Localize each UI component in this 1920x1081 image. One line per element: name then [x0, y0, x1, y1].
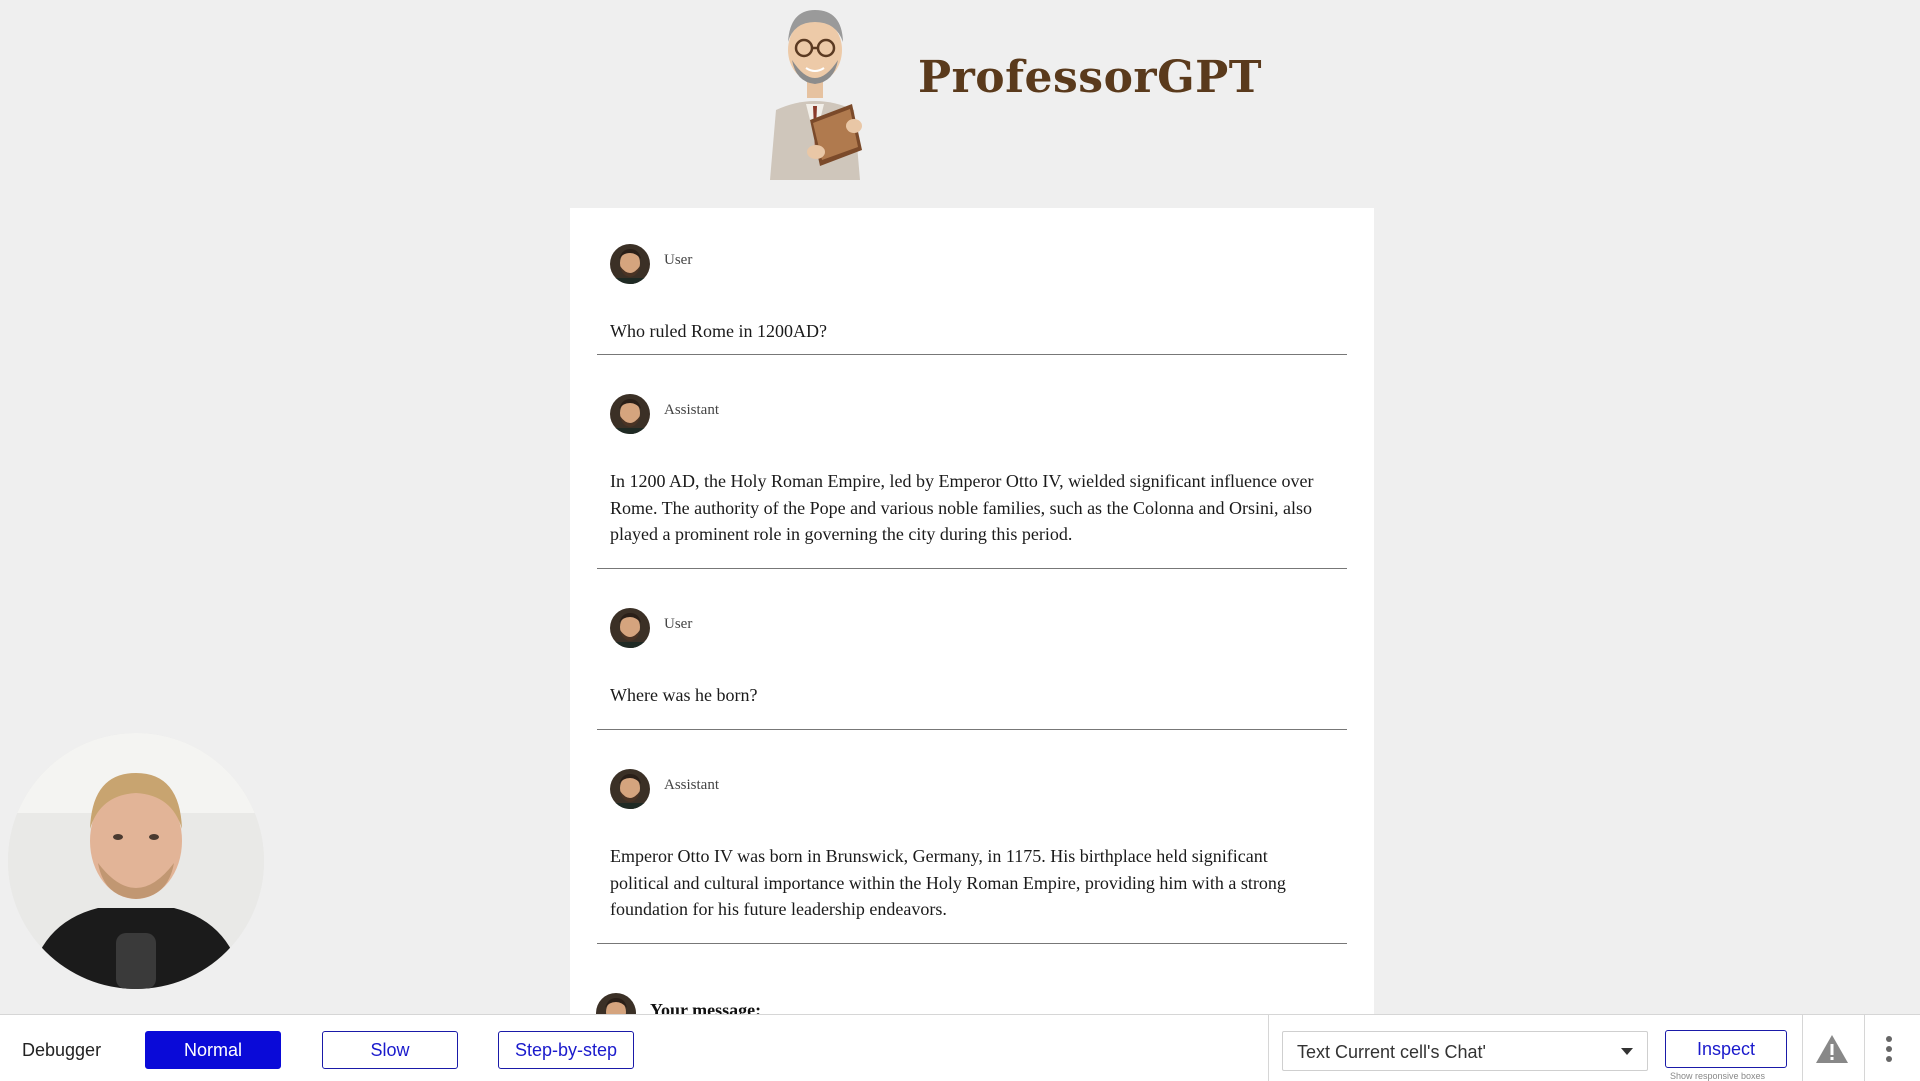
app-title: ProfessorGPT — [918, 52, 1263, 103]
chat-panel[interactable]: User Who ruled Rome in 1200AD? Assistant… — [570, 208, 1374, 1020]
message-role: Assistant — [664, 402, 720, 418]
more-options-icon[interactable] — [1885, 1035, 1893, 1063]
inspect-button[interactable]: Inspect — [1665, 1030, 1787, 1068]
debugger-bar: Debugger Normal Slow Step-by-step Text C… — [0, 1014, 1920, 1081]
user-avatar-icon — [610, 608, 650, 648]
assistant-avatar-icon — [610, 394, 650, 434]
message-role: Assistant — [664, 777, 720, 793]
message-divider — [597, 943, 1347, 944]
select-value: Text Current cell's Chat' — [1297, 1042, 1486, 1062]
message-divider — [597, 729, 1347, 730]
assistant-avatar-icon — [610, 769, 650, 809]
chat-message: Assistant In 1200 AD, the Holy Roman Emp… — [570, 386, 1374, 586]
mode-slow-button[interactable]: Slow — [322, 1031, 458, 1069]
toolbar-divider — [1802, 1015, 1803, 1081]
chat-message: Assistant Emperor Otto IV was born in Br… — [570, 761, 1374, 961]
chat-message: User Who ruled Rome in 1200AD? — [570, 226, 1374, 366]
warning-icon[interactable] — [1814, 1033, 1850, 1065]
mode-step-by-step-button[interactable]: Step-by-step — [498, 1031, 634, 1069]
message-text: Who ruled Rome in 1200AD? — [610, 321, 827, 341]
chevron-down-icon — [1621, 1048, 1633, 1055]
toolbar-divider — [1268, 1015, 1269, 1081]
message-role: User — [664, 616, 693, 632]
mode-normal-button[interactable]: Normal — [145, 1031, 281, 1069]
professor-avatar-icon — [770, 10, 862, 180]
message-role: User — [664, 252, 693, 268]
webcam-overlay — [8, 733, 264, 989]
inspect-target-select[interactable]: Text Current cell's Chat' — [1282, 1031, 1648, 1071]
debugger-label: Debugger — [22, 1040, 102, 1060]
message-divider — [597, 568, 1347, 569]
message-text: Emperor Otto IV was born in Brunswick, G… — [610, 846, 1286, 919]
toolbar-divider — [1864, 1015, 1865, 1081]
app-header: ProfessorGPT — [0, 0, 1920, 190]
message-text: In 1200 AD, the Holy Roman Empire, led b… — [610, 471, 1314, 544]
message-divider — [597, 354, 1347, 355]
chat-message: User Where was he born? — [570, 600, 1374, 740]
message-text: Where was he born? — [610, 685, 758, 705]
user-avatar-icon — [610, 244, 650, 284]
